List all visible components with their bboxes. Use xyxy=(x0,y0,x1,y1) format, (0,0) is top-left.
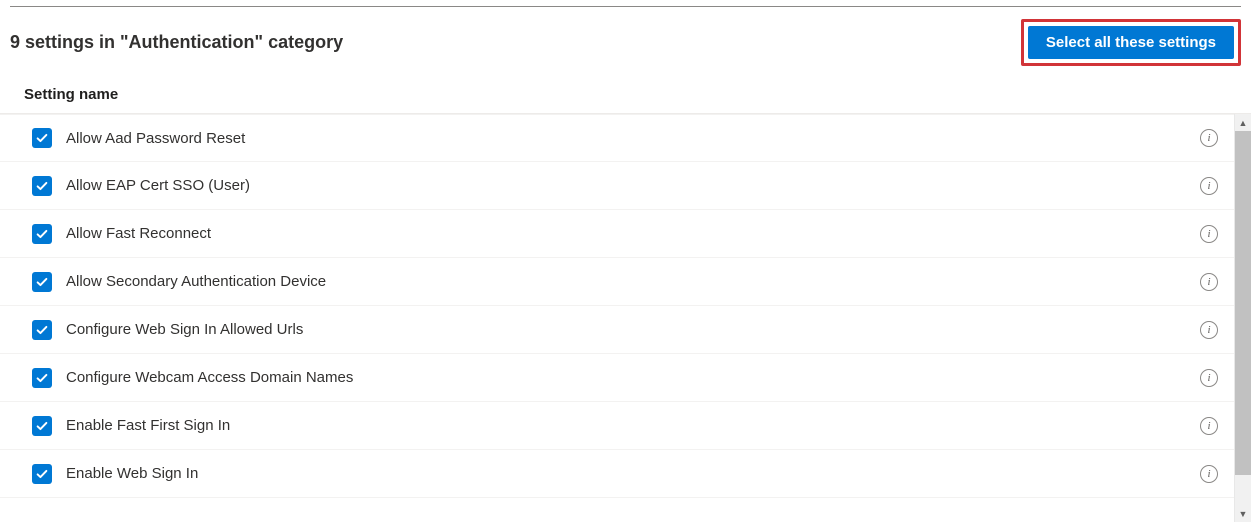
checkbox[interactable] xyxy=(32,464,52,484)
checkmark-icon xyxy=(35,227,49,241)
table-row: Configure Webcam Access Domain Namesi xyxy=(0,354,1234,402)
setting-label: Configure Webcam Access Domain Names xyxy=(66,369,1200,386)
setting-label: Allow Secondary Authentication Device xyxy=(66,273,1200,290)
info-icon[interactable]: i xyxy=(1200,417,1218,435)
select-all-button[interactable]: Select all these settings xyxy=(1028,26,1234,59)
checkbox[interactable] xyxy=(32,320,52,340)
setting-label: Allow Fast Reconnect xyxy=(66,225,1200,242)
info-icon[interactable]: i xyxy=(1200,369,1218,387)
scrollbar-thumb[interactable] xyxy=(1235,131,1251,475)
checkbox[interactable] xyxy=(32,224,52,244)
scrollbar[interactable]: ▲ ▼ xyxy=(1234,114,1251,522)
header-bar: 9 settings in "Authentication" category … xyxy=(0,7,1251,74)
checkbox[interactable] xyxy=(32,176,52,196)
scrollbar-track[interactable] xyxy=(1235,131,1251,505)
checkbox[interactable] xyxy=(32,416,52,436)
table-row: Enable Web Sign Ini xyxy=(0,450,1234,498)
setting-label: Allow Aad Password Reset xyxy=(66,130,1200,147)
setting-label: Allow EAP Cert SSO (User) xyxy=(66,177,1200,194)
checkmark-icon xyxy=(35,467,49,481)
table-row: Enable Fast First Sign Ini xyxy=(0,402,1234,450)
setting-label: Enable Fast First Sign In xyxy=(66,417,1200,434)
checkbox[interactable] xyxy=(32,272,52,292)
info-icon[interactable]: i xyxy=(1200,225,1218,243)
checkmark-icon xyxy=(35,179,49,193)
scrollbar-down-arrow[interactable]: ▼ xyxy=(1235,505,1251,522)
scroll-area: Allow Aad Password ResetiAllow EAP Cert … xyxy=(0,114,1251,522)
checkmark-icon xyxy=(35,419,49,433)
select-all-highlight: Select all these settings xyxy=(1021,19,1241,66)
table-row: Allow EAP Cert SSO (User)i xyxy=(0,162,1234,210)
table-row: Allow Fast Reconnecti xyxy=(0,210,1234,258)
info-icon[interactable]: i xyxy=(1200,465,1218,483)
settings-list: Allow Aad Password ResetiAllow EAP Cert … xyxy=(0,114,1234,522)
checkmark-icon xyxy=(35,371,49,385)
checkbox[interactable] xyxy=(32,128,52,148)
table-row: Allow Secondary Authentication Devicei xyxy=(0,258,1234,306)
info-icon[interactable]: i xyxy=(1200,129,1218,147)
column-header-setting-name: Setting name xyxy=(0,74,1251,114)
info-icon[interactable]: i xyxy=(1200,177,1218,195)
table-row: Configure Web Sign In Allowed Urlsi xyxy=(0,306,1234,354)
info-icon[interactable]: i xyxy=(1200,273,1218,291)
info-icon[interactable]: i xyxy=(1200,321,1218,339)
checkmark-icon xyxy=(35,323,49,337)
table-row: Allow Aad Password Reseti xyxy=(0,114,1234,162)
scrollbar-up-arrow[interactable]: ▲ xyxy=(1235,114,1251,131)
checkbox[interactable] xyxy=(32,368,52,388)
checkmark-icon xyxy=(35,275,49,289)
category-title: 9 settings in "Authentication" category xyxy=(10,32,343,53)
setting-label: Enable Web Sign In xyxy=(66,465,1200,482)
checkmark-icon xyxy=(35,131,49,145)
setting-label: Configure Web Sign In Allowed Urls xyxy=(66,321,1200,338)
